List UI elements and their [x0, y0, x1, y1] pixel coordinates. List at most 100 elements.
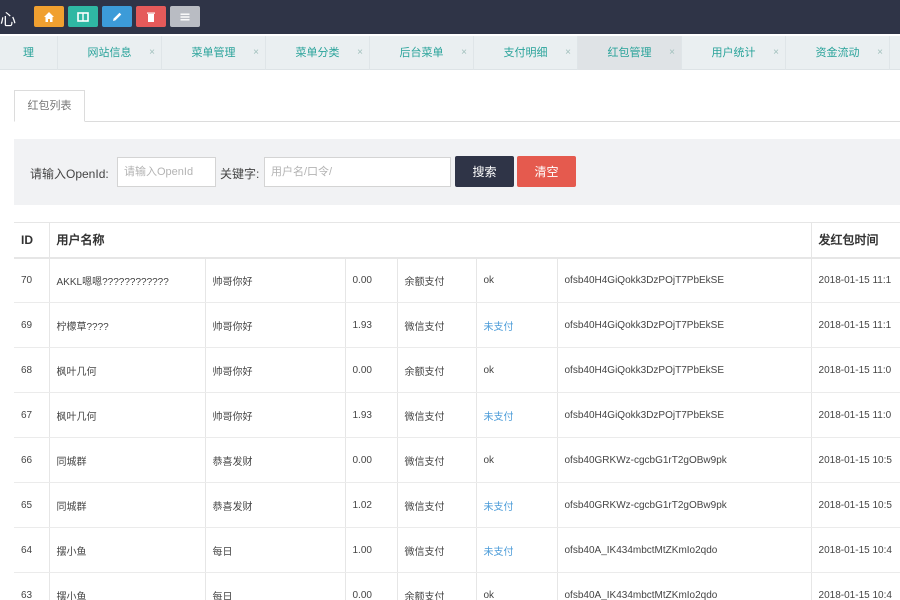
cell-id: 65	[14, 482, 49, 528]
tab-menu-manage[interactable]: 菜单管理 ×	[162, 36, 266, 70]
cell-openid: ofsb40GRKWz-cgcbG1rT2gOBw9pk	[556, 437, 812, 483]
cell-status: 未支付	[475, 527, 557, 573]
cell-payment: 余额支付	[396, 257, 476, 303]
trash-icon	[147, 12, 155, 22]
grid-button[interactable]	[68, 6, 98, 27]
tab-redpacket-manage[interactable]: 红包管理 ×	[578, 36, 682, 70]
cell-status: ok	[475, 572, 557, 600]
cell-status: 未支付	[475, 392, 557, 438]
cell-openid: ofsb40GRKWz-cgcbG1rT2gOBw9pk	[556, 482, 812, 528]
top-navbar: 心	[0, 0, 900, 34]
tab-payment-detail[interactable]: 支付明细 ×	[474, 36, 578, 70]
clear-button[interactable]: 清空	[517, 156, 576, 187]
cell-time: 2018-01-15 10:4	[810, 527, 900, 573]
cell-amount: 1.93	[344, 302, 397, 348]
cell-id: 68	[14, 347, 49, 393]
close-icon[interactable]: ×	[357, 36, 363, 70]
cell-time: 2018-01-15 10:5	[810, 437, 900, 483]
cell-id: 64	[14, 527, 49, 573]
cell-payment: 微信支付	[396, 392, 476, 438]
cell-amount: 0.00	[344, 257, 397, 303]
openid-label: 请输入OpenId:	[30, 167, 109, 181]
home-button[interactable]	[34, 6, 64, 27]
cell-time: 2018-01-15 11:1	[810, 302, 900, 348]
tab-0[interactable]: 理	[0, 36, 58, 70]
cell-id: 63	[14, 572, 49, 600]
tab-label: 后台菜单	[399, 47, 444, 59]
tab-site-info[interactable]: 网站信息 ×	[58, 36, 162, 70]
redpacket-table: ID 用户名称 发红包时间 70 AKKL嗯嗯???????????? 帅哥你好 0.…	[14, 222, 900, 600]
table-row[interactable]: 64 摆小鱼 每日 1.00 微信支付 未支付 ofsb40A_IK434mbctMtZKm…	[14, 527, 900, 573]
table-row[interactable]: 68 枫叶几何 帅哥你好 0.00 余额支付 ok ofsb40H4GiQokk3DzPOj…	[14, 347, 900, 393]
close-icon[interactable]: ×	[461, 36, 467, 70]
cell-greeting: 恭喜发财	[204, 437, 345, 483]
table-row[interactable]: 67 枫叶几何 帅哥你好 1.93 微信支付 未支付 ofsb40H4GiQokk3DzPO…	[14, 392, 900, 438]
edit-button[interactable]	[102, 6, 132, 27]
menu-button[interactable]	[170, 6, 200, 27]
subtab-label: 红包列表	[27, 100, 72, 112]
cell-id: 69	[14, 302, 49, 348]
cell-status: ok	[475, 257, 557, 303]
app-title: 心	[0, 12, 17, 29]
close-icon[interactable]: ×	[149, 36, 155, 70]
cell-username: 枫叶几何	[48, 392, 205, 438]
table-row[interactable]: 66 同城群 恭喜发财 0.00 微信支付 ok ofsb40GRKWz-cgcbG1rT2…	[14, 437, 900, 483]
cell-status: ok	[475, 347, 557, 393]
cell-time: 2018-01-15 10:5	[810, 482, 900, 528]
table-row[interactable]: 65 同城群 恭喜发财 1.02 微信支付 未支付 ofsb40GRKWz-cgcbG1rT…	[14, 482, 900, 528]
cell-amount: 0.00	[344, 347, 397, 393]
col-id-header: ID	[14, 222, 49, 259]
tab-backend-menu[interactable]: 后台菜单 ×	[370, 36, 474, 70]
cell-greeting: 帅哥你好	[204, 302, 345, 348]
close-icon[interactable]: ×	[773, 36, 779, 70]
cell-status: 未支付	[475, 302, 557, 348]
cell-username: 摆小鱼	[48, 527, 205, 573]
cell-username: AKKL嗯嗯????????????	[48, 257, 205, 303]
tab-label: 菜单管理	[191, 47, 236, 59]
cell-openid: ofsb40H4GiQokk3DzPOjT7PbEkSE	[556, 302, 812, 348]
tab-label: 理	[23, 47, 34, 59]
close-icon[interactable]: ×	[565, 36, 571, 70]
cell-amount: 1.02	[344, 482, 397, 528]
close-icon[interactable]: ×	[253, 36, 259, 70]
tab-redpacket-list[interactable]: 红包列表	[14, 90, 85, 122]
grid-icon	[77, 11, 89, 22]
trash-button[interactable]	[136, 6, 166, 27]
tab-user-stats[interactable]: 用户统计 ×	[682, 36, 786, 70]
cell-id: 70	[14, 257, 49, 303]
tab-fund-flow[interactable]: 资金流动 ×	[786, 36, 890, 70]
tab-menu-category[interactable]: 菜单分类 ×	[266, 36, 370, 70]
table-row[interactable]: 70 AKKL嗯嗯???????????? 帅哥你好 0.00 余额支付 ok ofsb40…	[14, 257, 900, 303]
cell-payment: 微信支付	[396, 482, 476, 528]
tab-label: 用户统计	[711, 47, 756, 59]
cell-amount: 0.00	[344, 437, 397, 483]
edit-icon	[113, 12, 122, 21]
cell-amount: 1.93	[344, 392, 397, 438]
home-icon	[44, 11, 54, 22]
search-button[interactable]: 搜索	[455, 156, 514, 187]
tab-label: 支付明细	[503, 47, 548, 59]
table-row[interactable]: 63 摆小鱼 每日 0.00 余额支付 ok ofsb40A_IK434mbctMtZKmI…	[14, 572, 900, 600]
cell-payment: 微信支付	[396, 527, 476, 573]
tab-label: 资金流动	[815, 47, 860, 59]
close-icon[interactable]: ×	[877, 36, 883, 70]
cell-greeting: 每日	[204, 527, 345, 573]
content-tabs: 红包列表	[14, 90, 900, 122]
table-header-row: ID 用户名称 发红包时间	[14, 222, 900, 259]
tab-label: 红包管理	[607, 47, 652, 59]
tab-label: 网站信息	[87, 47, 132, 59]
menu-icon	[180, 13, 190, 20]
cell-payment: 微信支付	[396, 437, 476, 483]
keyword-input[interactable]	[264, 157, 451, 187]
cell-openid: ofsb40H4GiQokk3DzPOjT7PbEkSE	[556, 257, 812, 303]
openid-input[interactable]	[117, 157, 216, 187]
cell-openid: ofsb40A_IK434mbctMtZKmIo2qdo	[556, 572, 812, 600]
close-icon[interactable]: ×	[669, 36, 675, 70]
cell-time: 2018-01-15 11:0	[810, 347, 900, 393]
col-time-header: 发红包时间	[810, 222, 900, 259]
cell-id: 66	[14, 437, 49, 483]
cell-greeting: 恭喜发财	[204, 482, 345, 528]
cell-amount: 0.00	[344, 572, 397, 600]
cell-username: 摆小鱼	[48, 572, 205, 600]
table-row[interactable]: 69 柠檬草???? 帅哥你好 1.93 微信支付 未支付 ofsb40H4GiQokk3D…	[14, 302, 900, 348]
